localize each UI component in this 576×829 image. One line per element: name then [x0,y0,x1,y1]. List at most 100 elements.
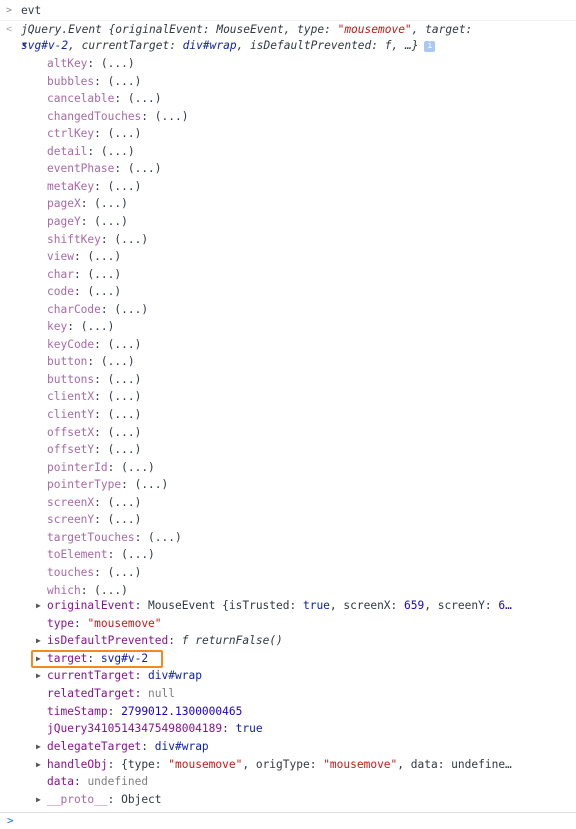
getter-key: altKey [47,57,88,70]
getter-key: metaKey [47,179,95,193]
colon: : [87,57,101,70]
expand-arrow-icon[interactable]: ▶ [36,791,41,809]
getter-value[interactable]: (...) [94,584,128,597]
colon: : [134,599,149,612]
colon: : [94,179,108,193]
colon: : [168,634,182,647]
prop-key: isDefaultPrevented [47,634,169,647]
prop-key: relatedTarget [47,687,135,700]
result-summary-line-2[interactable]: ▼ svg#v-2, currentTarget: div#wrap, isDe… [0,37,576,55]
summary-current-label: , currentTarget: [68,39,183,52]
getter-value[interactable]: (...) [121,548,155,561]
getter-value[interactable]: (...) [108,408,142,421]
getter-value[interactable]: (...) [108,180,142,193]
summary-text-1: jQuery.Event {originalEvent: MouseEvent,… [21,21,472,39]
prop-value-str: "mousemove" [168,758,243,771]
getter-value[interactable]: (...) [108,513,142,526]
prop-key: jQuery34105143475498004189 [47,722,223,735]
getter-value[interactable]: (...) [108,496,142,509]
getter-value[interactable]: (...) [108,373,142,386]
colon: : [94,74,108,88]
getter-value[interactable]: (...) [108,566,142,579]
getter-value[interactable]: (...) [94,215,128,228]
summary-target-label: , target: [411,23,473,36]
getter-key: clientY [47,408,95,421]
getter-value[interactable]: (...) [87,285,121,298]
summary-type: "mousemove" [337,23,412,36]
getter-value[interactable]: (...) [121,461,155,474]
getter-value[interactable]: (...) [128,162,162,175]
prop-value-sep: , origType: [242,758,324,771]
prop-value-num: 659 [404,599,425,612]
expand-arrow-icon[interactable]: ▶ [36,650,41,668]
getter-key: button [47,355,88,369]
colon: : [87,144,101,158]
getter-value[interactable]: (...) [108,443,142,456]
colon: : [94,495,108,509]
getter-key: toElement [47,548,108,562]
expand-arrow-icon[interactable]: ▶ [36,756,41,774]
getter-value[interactable]: (...) [94,197,128,210]
prop-value: div#wrap [148,669,202,682]
getter-value[interactable]: (...) [81,320,115,333]
summary-prevented-label: , isDefaultPrevented: [236,39,385,52]
expand-arrow-icon[interactable]: ▶ [36,667,41,685]
getter-key: screenX [47,495,95,509]
colon: : [80,197,95,211]
getter-value[interactable]: (...) [135,478,169,491]
prop-value: true [235,722,263,735]
colon: : [94,127,108,141]
getter-value[interactable]: (...) [114,303,148,316]
getter-value[interactable]: (...) [87,250,121,263]
colon: : [107,793,122,806]
getter-value[interactable]: (...) [114,233,148,246]
expand-arrow-icon[interactable]: ▶ [36,597,41,615]
getter-key: ctrlKey [47,127,95,141]
getter-key: clientX [47,390,95,404]
colon: : [141,109,155,123]
prop-value: MouseEvent {isTrusted: [148,599,303,612]
getter-key: targetTouches [47,530,135,544]
getter-value[interactable]: (...) [155,110,189,123]
prop-f: f [181,634,189,647]
colon: : [100,232,115,246]
colon: : [73,285,88,299]
expand-arrow-icon[interactable]: ▶ [36,738,41,756]
prop-key: timeStamp [47,705,108,718]
getter-key: view [47,250,74,264]
colon: : [73,267,88,281]
getter-value[interactable]: (...) [101,57,135,70]
colon: : [73,617,88,630]
getter-value[interactable]: (...) [148,531,182,544]
prop-value: Object [121,793,162,806]
colon: : [94,425,108,439]
prop-key: handleObj [47,758,108,771]
getter-value[interactable]: (...) [108,75,142,88]
expand-arrow-icon[interactable]: ▶ [36,632,41,650]
summary-current-value: div#wrap [182,39,237,52]
getter-value[interactable]: (...) [108,390,142,403]
getter-value[interactable]: (...) [108,338,142,351]
getter-value[interactable]: (...) [101,145,135,158]
getter-key: code [47,285,74,299]
getter-value[interactable]: (...) [101,355,135,368]
info-icon[interactable]: i [424,40,436,52]
getter-key: pageY [47,215,81,228]
getter-value[interactable]: (...) [108,127,142,140]
getter-key: detail [47,144,88,158]
getter-key: pointerType [47,478,122,492]
getter-value[interactable]: (...) [87,268,121,281]
getter-key: key [47,320,68,334]
result-summary-line-1[interactable]: < jQuery.Event {originalEvent: MouseEven… [0,20,576,39]
summary-end: , …} [391,39,419,52]
colon: : [114,162,128,176]
getter-value[interactable]: (...) [128,92,162,105]
getter-key: bubbles [47,74,95,88]
colon: : [80,215,95,228]
summary-prefix: jQuery.Event {originalEvent: MouseEvent,… [21,23,338,36]
console-prompt[interactable]: > [0,812,576,829]
getter-key: cancelable [47,92,115,106]
getter-value[interactable]: (...) [108,426,142,439]
prop-value-rest: , data: undefine… [397,758,512,771]
prop-key: delegateTarget [47,740,142,753]
